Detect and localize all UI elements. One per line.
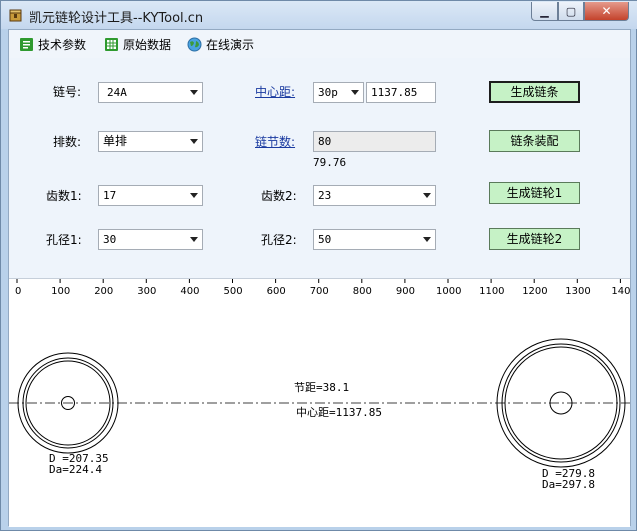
ruler-label: 200 [94, 286, 113, 297]
chevron-down-icon [190, 237, 198, 242]
bore1-value: 30 [103, 233, 117, 246]
chain-links-link[interactable]: 链节数: [255, 133, 295, 150]
tech-params-button[interactable]: 技术参数 [19, 36, 86, 53]
ruler-label: 1000 [436, 286, 461, 297]
teeth2-label: 齿数2: [261, 189, 297, 203]
chain-no-label: 链号: [53, 85, 82, 99]
chain-no-select[interactable]: 24A [98, 82, 203, 103]
ruler-label: 100 [51, 286, 70, 297]
ruler-label: 300 [137, 286, 156, 297]
parameter-form: 链号: 24A 排数: 单排 齿数1: 17 孔径1: 30 中心距: 30p … [9, 58, 630, 278]
drawing-svg: 0 100 200 300 400 500 600 700 800 900 1000 1100 1200… [9, 279, 630, 491]
raw-data-button[interactable]: 原始数据 [104, 36, 171, 53]
generate-sprocket2-button[interactable]: 生成链轮2 [489, 228, 580, 250]
chain-links-calculated: 79.76 [313, 156, 347, 169]
minimize-icon: ▁ [540, 4, 549, 18]
minimize-button[interactable]: ▁ [531, 2, 558, 21]
chevron-down-icon [190, 139, 198, 144]
ruler-label: 800 [353, 286, 372, 297]
ruler-label: 700 [310, 286, 329, 297]
window-title: 凯元链轮设计工具--KYTool.cn [29, 11, 204, 26]
sprocket1-da-text: Da=224.4 [49, 463, 102, 476]
document-icon [20, 38, 33, 51]
rows-value: 单排 [103, 134, 128, 148]
close-icon: ✕ [601, 4, 612, 18]
ruler-label: 1300 [565, 286, 590, 297]
teeth1-label: 齿数1: [46, 189, 82, 203]
rows-select[interactable]: 单排 [98, 131, 203, 152]
chevron-down-icon [351, 90, 359, 95]
online-demo-button[interactable]: 在线演示 [187, 36, 254, 53]
ruler-label: 0 [15, 286, 21, 297]
online-demo-label: 在线演示 [206, 38, 255, 52]
teeth1-select[interactable]: 17 [98, 185, 203, 206]
generate-sprocket1-button[interactable]: 生成链轮1 [489, 182, 580, 204]
bore1-select[interactable]: 30 [98, 229, 203, 250]
ruler-label: 1200 [522, 286, 547, 297]
tech-params-label: 技术参数 [38, 38, 87, 52]
teeth2-select[interactable]: 23 [313, 185, 436, 206]
chain-links-field: 80 [313, 131, 436, 152]
chevron-down-icon [190, 193, 198, 198]
bore1-label: 孔径1: [46, 233, 82, 247]
client-area: 技术参数 原始数据 在线演示 链号: 24A 排数: 单排 齿数1: 17 孔径… [8, 29, 631, 527]
globe-icon [187, 37, 202, 52]
drawing-canvas[interactable]: 0 100 200 300 400 500 600 700 800 900 1000 1100 1200… [9, 278, 630, 527]
title-bar[interactable]: 凯元链轮设计工具--KYTool.cn ▁ ▢ ✕ [1, 1, 637, 29]
ruler-label: 140 [611, 286, 630, 297]
pitch-text: 节距=38.1 [294, 381, 349, 394]
bore2-label: 孔径2: [261, 233, 297, 247]
chevron-down-icon [423, 193, 431, 198]
generate-chain-button[interactable]: 生成链条 [489, 81, 580, 103]
center-unit-select[interactable]: 30p [313, 82, 364, 103]
ruler-label: 900 [396, 286, 415, 297]
ruler: 0 100 200 300 400 500 600 700 800 900 1000 1100 1200… [15, 279, 630, 297]
chevron-down-icon [190, 90, 198, 95]
sprocket2-da-text: Da=297.8 [542, 478, 595, 491]
teeth1-value: 17 [103, 189, 117, 202]
rows-label: 排数: [53, 135, 82, 149]
app-icon [9, 9, 22, 22]
ruler-label: 600 [267, 286, 286, 297]
center-distance-input[interactable]: 1137.85 [366, 82, 436, 103]
center-distance-link[interactable]: 中心距: [255, 83, 295, 100]
table-icon [105, 38, 118, 51]
ruler-label: 500 [224, 286, 243, 297]
toolbar: 技术参数 原始数据 在线演示 [9, 30, 630, 58]
app-window: 凯元链轮设计工具--KYTool.cn ▁ ▢ ✕ 技术参数 原始数据 在线演示… [0, 0, 637, 531]
teeth2-value: 23 [318, 189, 332, 202]
maximize-button[interactable]: ▢ [558, 2, 584, 21]
chevron-down-icon [423, 237, 431, 242]
raw-data-label: 原始数据 [123, 38, 172, 52]
center-unit-value: 30p [318, 86, 338, 99]
bore2-value: 50 [318, 233, 332, 246]
ruler-label: 1100 [479, 286, 504, 297]
center-distance-text: 中心距=1137.85 [296, 406, 382, 419]
maximize-icon: ▢ [565, 4, 577, 18]
close-button[interactable]: ✕ [584, 2, 629, 21]
chain-no-value: 24A [107, 86, 127, 99]
bore2-select[interactable]: 50 [313, 229, 436, 250]
chain-assembly-button[interactable]: 链条装配 [489, 130, 580, 152]
ruler-label: 400 [180, 286, 199, 297]
